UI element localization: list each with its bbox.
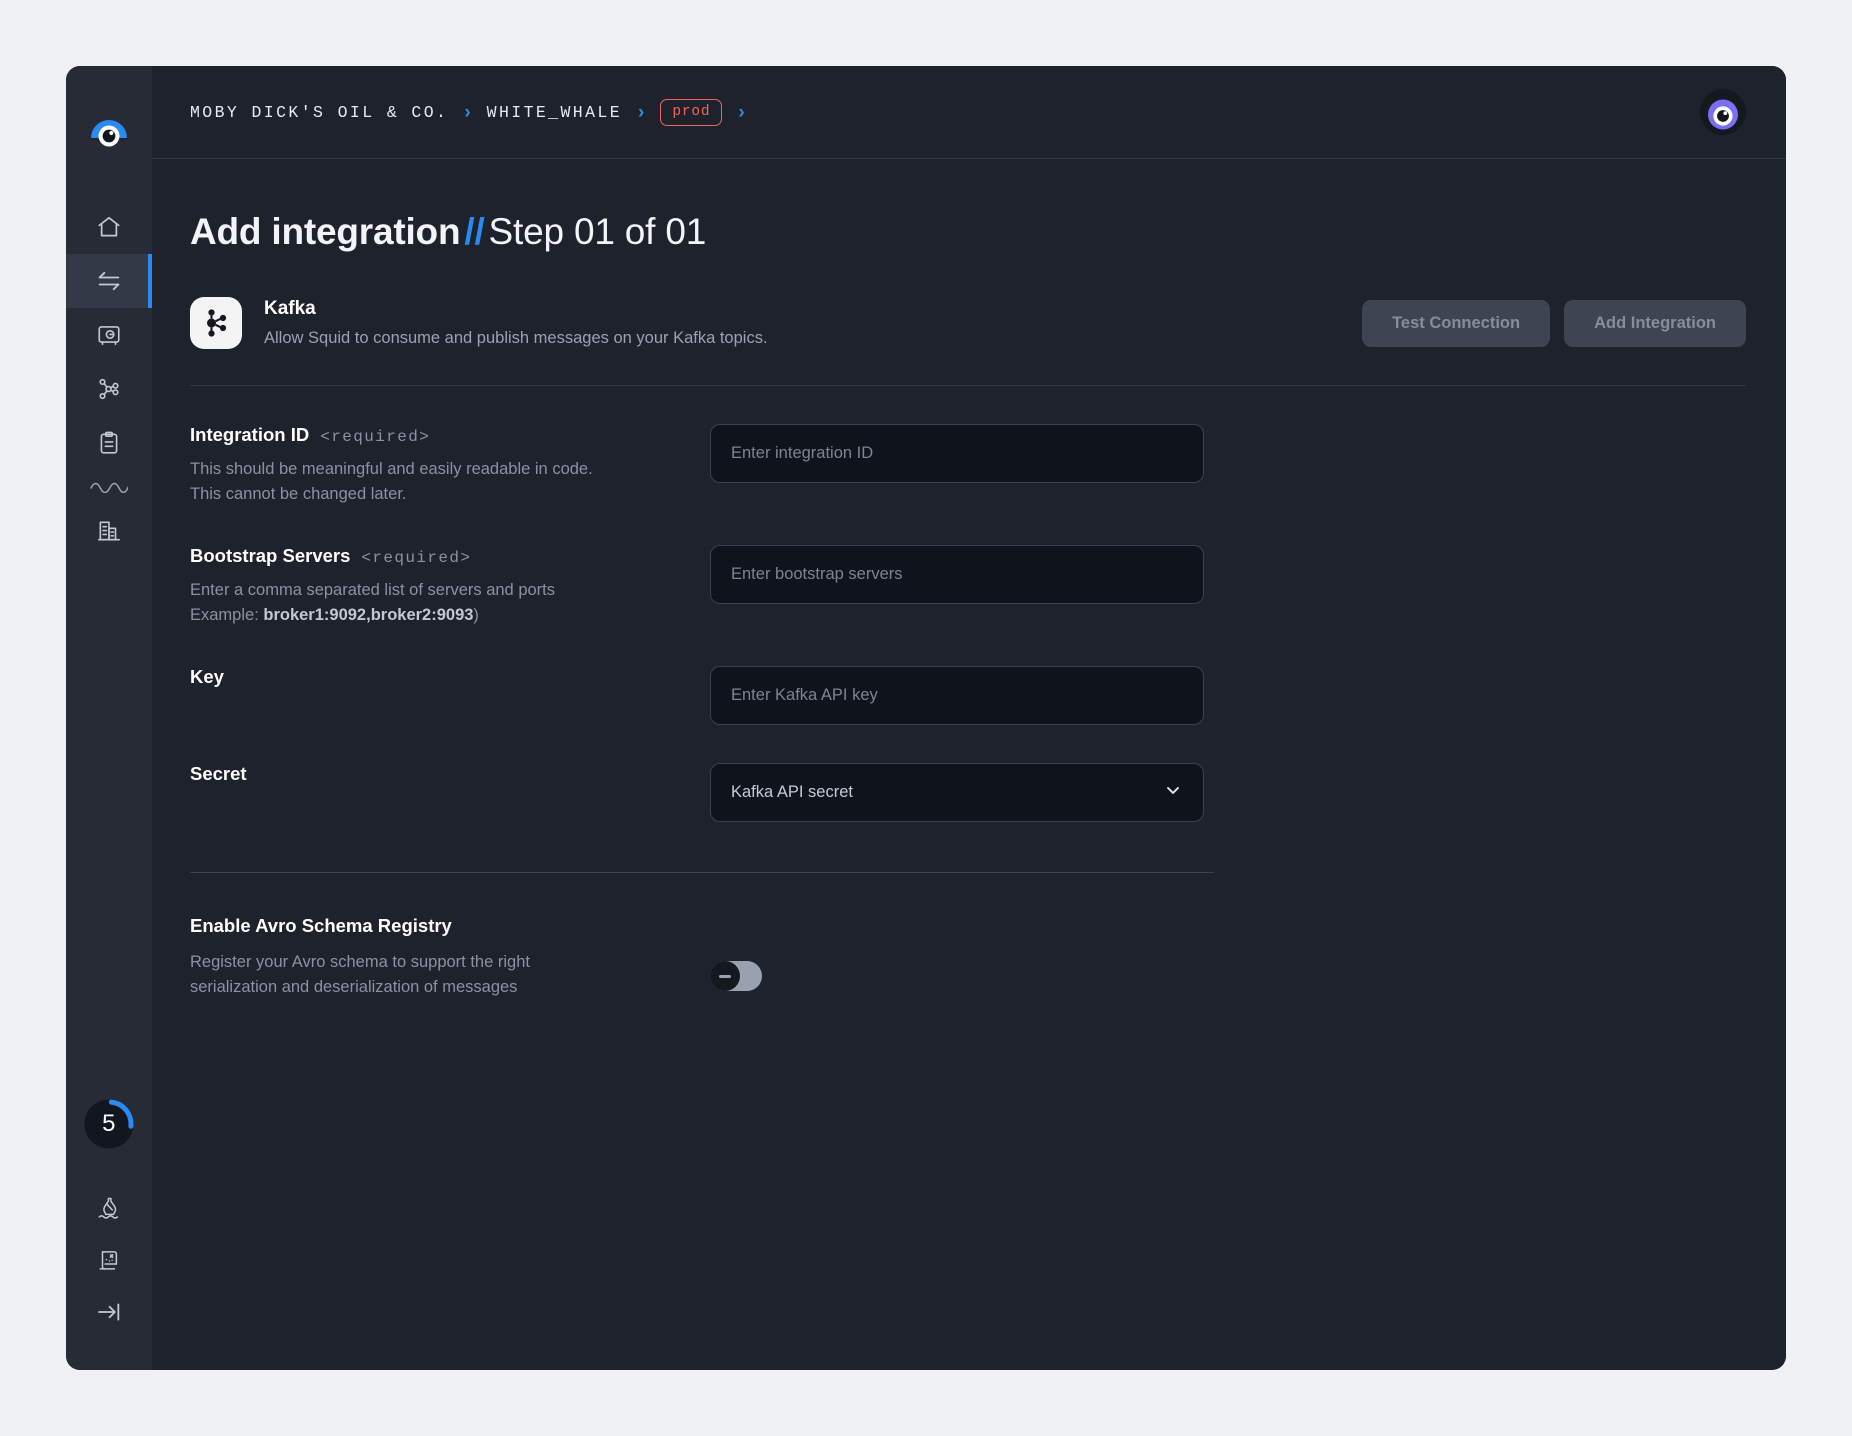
sidebar-nav: [66, 200, 152, 558]
add-integration-button[interactable]: Add Integration: [1564, 299, 1746, 347]
secret-label: Secret: [190, 763, 680, 785]
test-connection-button[interactable]: Test Connection: [1362, 299, 1551, 347]
app-window: 5 MOBY DICK'S OIL & CO. › WHITE_WHALE › …: [66, 66, 1786, 1370]
help-line-2: This cannot be changed later.: [190, 485, 407, 504]
sidebar-item-home[interactable]: [66, 200, 152, 254]
field-row-key: Key: [190, 628, 1746, 726]
message-in-bottle-icon: [96, 1195, 122, 1226]
avro-schema-registry-toggle[interactable]: [710, 961, 762, 992]
node-graph-icon: [96, 376, 122, 402]
page-title-separator: //: [464, 211, 485, 252]
scroll-map-icon: [96, 1247, 122, 1278]
help-prefix: Example:: [190, 606, 259, 625]
chevron-right-icon: ›: [464, 101, 471, 123]
label-text: Key: [190, 666, 224, 688]
chevron-right-icon: ›: [738, 101, 745, 123]
topbar: MOBY DICK'S OIL & CO. › WHITE_WHALE › pr…: [152, 66, 1786, 159]
buildings-icon: [96, 518, 122, 544]
sidebar-item-integrations[interactable]: [66, 254, 152, 308]
collapse-sidebar-button[interactable]: [66, 1288, 152, 1340]
help-example: broker1:9092,broker2:9093: [263, 606, 474, 625]
field-info: Bootstrap Servers <required> Enter a com…: [190, 545, 710, 628]
avro-title: Enable Avro Schema Registry: [190, 915, 452, 937]
field-info: Integration ID <required> This should be…: [190, 424, 710, 507]
integration-header: Kafka Allow Squid to consume and publish…: [190, 297, 1746, 386]
field-row-integration-id: Integration ID <required> This should be…: [190, 386, 1746, 507]
integration-text: Kafka Allow Squid to consume and publish…: [264, 298, 768, 348]
sidebar-item-message-bottle[interactable]: [66, 1184, 152, 1236]
collapse-arrow-icon: [95, 1298, 123, 1331]
sidebar-item-logs[interactable]: [66, 416, 152, 470]
main-area: MOBY DICK'S OIL & CO. › WHITE_WHALE › pr…: [152, 66, 1786, 1370]
sidebar-item-schema[interactable]: [66, 362, 152, 416]
kafka-api-key-input[interactable]: [710, 666, 1204, 726]
sidebar-item-organization[interactable]: [66, 504, 152, 558]
field-control: Kafka API secret: [710, 763, 1204, 823]
exchange-arrows-icon: [95, 267, 123, 295]
wave-divider: [66, 470, 152, 504]
sidebar-item-secrets[interactable]: [66, 308, 152, 362]
integration-id-label: Integration ID <required>: [190, 424, 680, 446]
content-area: Add integration//Step 01 of 01 Kafka All…: [152, 159, 1786, 1000]
help-suffix: ): [473, 606, 479, 625]
field-control: [710, 666, 1204, 726]
breadcrumb: MOBY DICK'S OIL & CO. › WHITE_WHALE › pr…: [190, 98, 1700, 126]
toggle-knob: [710, 961, 740, 992]
required-tag: <required>: [320, 428, 431, 446]
bootstrap-servers-input[interactable]: [710, 545, 1204, 605]
user-avatar[interactable]: [1700, 89, 1746, 135]
label-text: Secret: [190, 763, 247, 785]
page-title: Add integration//Step 01 of 01: [190, 211, 1746, 253]
breadcrumb-item-app[interactable]: WHITE_WHALE: [487, 103, 622, 122]
avro-description: Register your Avro schema to support the…: [190, 950, 680, 1000]
label-text: Bootstrap Servers: [190, 545, 351, 567]
safe-icon: [96, 322, 122, 348]
integration-id-input[interactable]: [710, 424, 1204, 483]
field-control: [710, 424, 1204, 483]
avro-toggle-control: [710, 915, 762, 992]
avro-schema-registry-row: Enable Avro Schema Registry Register you…: [190, 873, 1746, 1000]
integration-id-help: This should be meaningful and easily rea…: [190, 457, 680, 507]
field-row-bootstrap-servers: Bootstrap Servers <required> Enter a com…: [190, 507, 1746, 628]
home-icon: [96, 214, 122, 240]
help-line-1: Enter a comma separated list of servers …: [190, 581, 555, 600]
sidebar-item-treasure-map[interactable]: [66, 1236, 152, 1288]
squid-logo[interactable]: [87, 112, 131, 156]
chevron-down-icon: [1163, 780, 1183, 805]
progress-count: 5: [102, 1110, 116, 1137]
sidebar: 5: [66, 66, 152, 1370]
kafka-api-secret-select[interactable]: Kafka API secret: [710, 763, 1204, 823]
key-label: Key: [190, 666, 680, 688]
page-title-main: Add integration: [190, 211, 461, 252]
environment-badge[interactable]: prod: [660, 98, 723, 126]
kafka-logo: [190, 297, 242, 349]
label-text: Integration ID: [190, 424, 310, 445]
avro-info: Enable Avro Schema Registry Register you…: [190, 915, 710, 1000]
help-line-1: This should be meaningful and easily rea…: [190, 460, 593, 478]
integration-description: Allow Squid to consume and publish messa…: [264, 329, 768, 347]
desc-line-1: Register your Avro schema to support the…: [190, 953, 530, 972]
select-value: Kafka API secret: [731, 783, 853, 802]
bootstrap-servers-help: Enter a comma separated list of servers …: [190, 578, 680, 628]
page-title-step: Step 01 of 01: [488, 211, 707, 252]
desc-line-2: serialization and deserialization of mes…: [190, 978, 518, 997]
field-row-secret: Secret Kafka API secret: [190, 725, 1746, 823]
field-control: [710, 545, 1204, 605]
header-actions: Test Connection Add Integration: [1362, 299, 1746, 347]
required-tag: <required>: [361, 549, 472, 568]
integration-name: Kafka: [264, 298, 316, 319]
sidebar-bottom: 5: [66, 1098, 152, 1370]
field-info: Key: [190, 666, 710, 699]
field-info: Secret: [190, 763, 710, 796]
onboarding-progress-ring[interactable]: 5: [83, 1098, 135, 1150]
bootstrap-servers-label: Bootstrap Servers <required>: [190, 545, 680, 567]
breadcrumb-item-org[interactable]: MOBY DICK'S OIL & CO.: [190, 103, 448, 122]
clipboard-icon: [96, 430, 122, 456]
chevron-right-icon: ›: [638, 101, 645, 123]
